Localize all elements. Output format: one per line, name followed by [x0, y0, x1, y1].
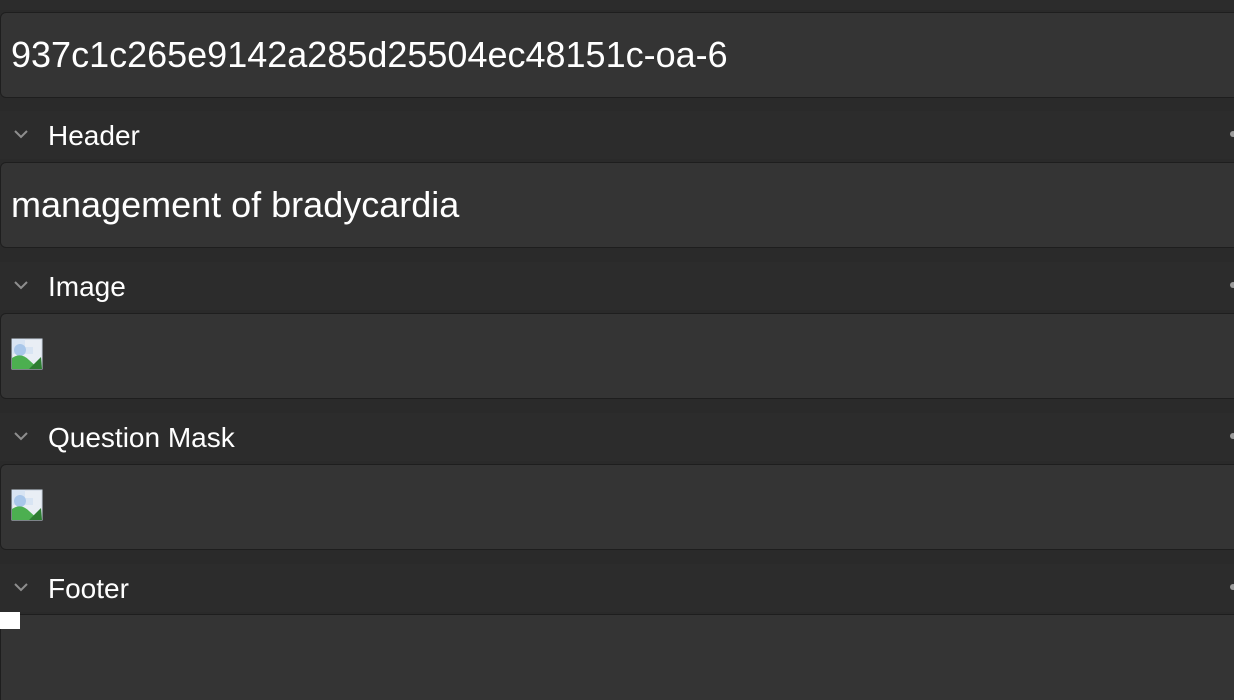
image-field[interactable] [0, 313, 1234, 399]
note-editor: 937c1c265e9142a285d25504ec48151c-oa-6 He… [0, 0, 1234, 700]
field-menu-icon[interactable] [1230, 584, 1234, 590]
id-field[interactable]: 937c1c265e9142a285d25504ec48151c-oa-6 [0, 12, 1234, 98]
question-mask-field[interactable] [0, 464, 1234, 550]
broken-image-icon [11, 489, 43, 521]
chevron-down-icon[interactable] [12, 125, 30, 143]
footer-field[interactable] [0, 614, 1234, 700]
field-label-footer[interactable]: Footer [0, 564, 1234, 612]
id-field-value: 937c1c265e9142a285d25504ec48151c-oa-6 [11, 34, 728, 75]
field-menu-icon[interactable] [1230, 433, 1234, 439]
field-label-text: Header [48, 120, 140, 151]
field-label-text: Footer [48, 573, 129, 604]
field-label-text: Image [48, 271, 126, 302]
field-menu-icon[interactable] [1230, 131, 1234, 137]
broken-image-icon [11, 338, 43, 370]
field-label-text: Question Mask [48, 422, 235, 453]
header-field-value: management of bradycardia [11, 184, 460, 225]
field-label-header[interactable]: Header [0, 111, 1234, 159]
header-field[interactable]: management of bradycardia [0, 162, 1234, 248]
clipped-previous-label [0, 0, 1234, 10]
chevron-down-icon[interactable] [12, 578, 30, 596]
text-cursor-block [0, 612, 20, 629]
chevron-down-icon[interactable] [12, 427, 30, 445]
chevron-down-icon[interactable] [12, 276, 30, 294]
field-menu-icon[interactable] [1230, 282, 1234, 288]
field-label-question-mask[interactable]: Question Mask [0, 413, 1234, 461]
field-label-image[interactable]: Image [0, 262, 1234, 310]
